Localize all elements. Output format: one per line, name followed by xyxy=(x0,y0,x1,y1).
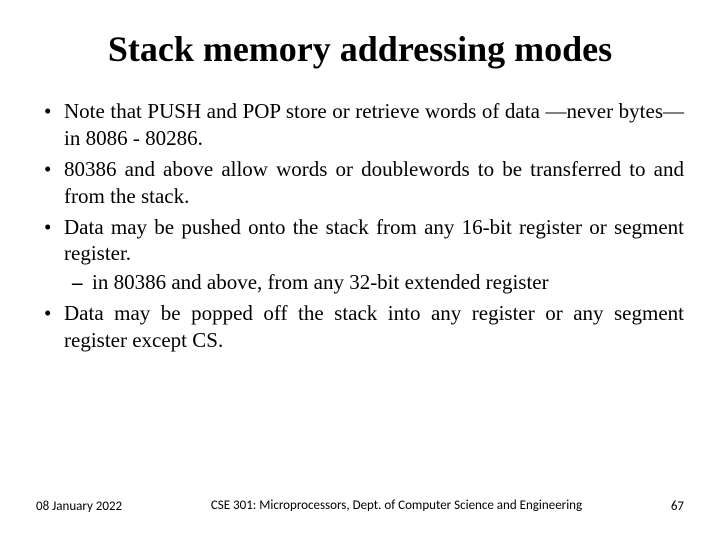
footer-date: 08 January 2022 xyxy=(36,499,122,514)
sub-bullet-list: in 80386 and above, from any 32-bit exte… xyxy=(64,269,684,296)
slide-body: Note that PUSH and POP store or retrieve… xyxy=(36,98,684,354)
footer-page-number: 67 xyxy=(671,499,684,514)
bullet-text: in 80386 and above, from any 32-bit exte… xyxy=(92,270,549,294)
list-item: 80386 and above allow words or doublewor… xyxy=(64,156,684,210)
list-item: Note that PUSH and POP store or retrieve… xyxy=(64,98,684,152)
slide-footer: 08 January 2022 CSE 301: Microprocessors… xyxy=(36,498,684,514)
slide-title: Stack memory addressing modes xyxy=(36,28,684,70)
slide: Stack memory addressing modes Note that … xyxy=(0,0,720,540)
bullet-text: 80386 and above allow words or doublewor… xyxy=(64,157,684,208)
list-item: Data may be popped off the stack into an… xyxy=(64,300,684,354)
bullet-list: Note that PUSH and POP store or retrieve… xyxy=(36,98,684,354)
bullet-text: Data may be popped off the stack into an… xyxy=(64,301,684,352)
bullet-text: Data may be pushed onto the stack from a… xyxy=(64,215,684,266)
list-item: Data may be pushed onto the stack from a… xyxy=(64,214,684,297)
bullet-text: Note that PUSH and POP store or retrieve… xyxy=(64,99,684,150)
footer-course: CSE 301: Microprocessors, Dept. of Compu… xyxy=(122,498,671,514)
list-item: in 80386 and above, from any 32-bit exte… xyxy=(92,269,684,296)
